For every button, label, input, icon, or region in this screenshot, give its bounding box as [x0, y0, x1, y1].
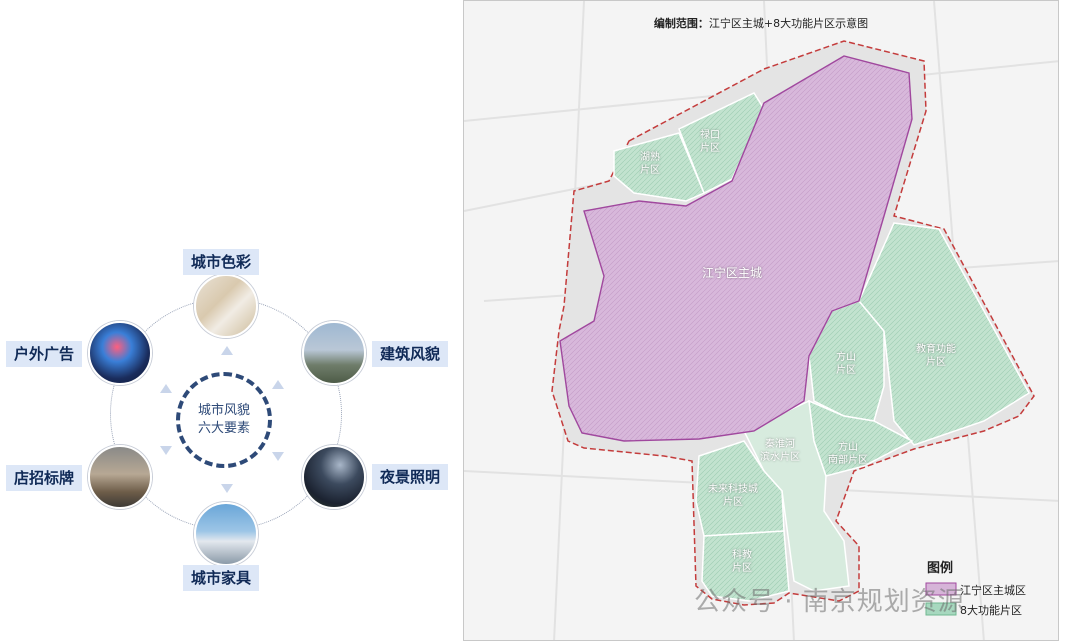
zone-line1: 湖熟	[640, 152, 660, 163]
center-line1: 城市风貌	[197, 403, 250, 418]
label-zone-future-tech: 未来科技城 片区	[708, 483, 758, 509]
arrow-bottom-left-icon	[160, 446, 172, 455]
zone-line1: 秦淮河	[765, 439, 795, 450]
arrow-top-right-icon	[272, 380, 284, 389]
node-color-photo	[194, 274, 258, 338]
arrow-top-icon	[221, 346, 233, 355]
label-outdoor-ads: 户外广告	[6, 341, 83, 367]
arrow-bottom-right-icon	[272, 452, 284, 461]
zone-line2: 南部片区	[828, 455, 868, 466]
label-night-lighting: 夜景照明	[372, 464, 449, 490]
label-city-color: 城市色彩	[183, 249, 260, 275]
label-architecture: 建筑风貌	[372, 341, 449, 367]
zone-line1: 方山	[838, 442, 858, 453]
zone-line2: 滨水片区	[760, 452, 800, 463]
legend-item-main: 江宁区主城区	[960, 582, 1026, 598]
zone-line2: 片区	[640, 165, 660, 176]
legend-label-function: 8大功能片区	[960, 604, 1022, 617]
zone-line2: 片区	[732, 563, 752, 574]
zone-line2: 片区	[836, 365, 856, 376]
zone-line1: 科教	[732, 550, 752, 561]
map-title: 编制范围：江宁区主城+8大功能片区示意图	[464, 15, 1058, 31]
map-title-rest: 江宁区主城+8大功能片区示意图	[708, 17, 869, 30]
watermark: 公众号 · 南京规划资源	[694, 587, 965, 617]
planning-map: 编制范围：江宁区主城+8大功能片区示意图 江宁区主城 湖熟 片区 禄口 片区 方山片…	[463, 0, 1059, 641]
zone-line1: 禄口	[700, 130, 720, 141]
zone-line2: 片区	[723, 497, 743, 508]
label-zone-hushu: 湖熟 片区	[640, 151, 660, 177]
legend-label-main: 江宁区主城区	[960, 584, 1026, 597]
label-zone-education: 教育功能 片区	[916, 343, 956, 369]
legend-title: 图例	[927, 561, 954, 576]
node-signage-photo	[88, 445, 152, 509]
arrow-bottom-icon	[221, 484, 233, 493]
map-title-prefix: 编制范围：	[653, 17, 709, 30]
label-zone-fangshan: 方山 片区	[836, 351, 856, 377]
map-canvas	[464, 1, 1058, 640]
zone-line2: 片区	[926, 357, 946, 368]
zone-line1: 方山	[836, 352, 856, 363]
node-furniture-photo	[194, 502, 258, 566]
node-advertising-photo	[88, 321, 152, 385]
arrow-top-left-icon	[160, 384, 172, 393]
center-circle: 城市风貌 六大要素	[176, 372, 272, 468]
label-zone-fangshan-south: 方山 南部片区	[828, 441, 868, 467]
label-street-furniture: 城市家具	[183, 565, 260, 591]
label-zone-science-edu: 科教 片区	[732, 549, 752, 575]
legend-item-function: 8大功能片区	[960, 602, 1022, 618]
label-shop-signs: 店招标牌	[6, 465, 83, 491]
zone-line1: 教育功能	[916, 344, 956, 355]
node-night-lighting-photo	[302, 445, 366, 509]
node-architecture-photo	[302, 321, 366, 385]
label-main-city: 江宁区主城	[702, 266, 763, 280]
zone-line1: 未来科技城	[708, 484, 758, 495]
label-zone-lukou: 禄口 片区	[700, 129, 720, 155]
zone-line2: 片区	[700, 143, 720, 154]
elements-diagram: 城市风貌 六大要素 城市色彩 建筑风貌 夜景照明 城市家具 店招标牌 户外广告	[0, 0, 460, 641]
label-zone-qinhuai: 秦淮河 滨水片区	[760, 438, 800, 464]
center-line2: 六大要素	[197, 421, 250, 436]
